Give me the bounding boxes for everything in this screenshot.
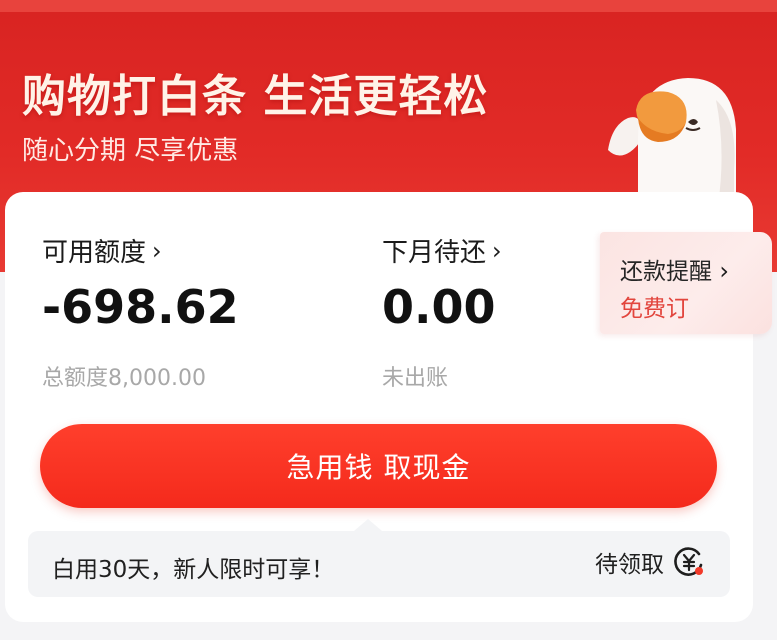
yuan-coin-icon (674, 547, 703, 576)
total-credit-label: 总额度8,000.00 (42, 366, 206, 391)
chevron-right-icon: › (492, 236, 502, 265)
next-month-repay-label: 下月待还 (382, 238, 487, 268)
available-credit-label: 可用额度 (42, 238, 147, 268)
reminder-title: 还款提醒 (620, 259, 712, 285)
chevron-right-icon: › (152, 236, 162, 265)
hero-subtitle: 随心分期 尽享优惠 (22, 136, 239, 166)
reminder-title-row: 还款提醒 › (620, 252, 729, 286)
new-user-promo-bar[interactable]: 白用30天，新人限时可享！ 待领取 (28, 531, 730, 597)
cash-withdraw-button[interactable]: 急用钱 取现金 (40, 424, 717, 508)
next-month-repay-link[interactable]: 下月待还 › (382, 232, 502, 269)
next-month-repay-value: 0.00 (382, 280, 496, 334)
duck-mascot (608, 78, 736, 205)
claim-label: 待领取 (595, 552, 664, 578)
hero-title: 购物打白条 生活更轻松 (22, 71, 489, 122)
promo-text: 白用30天，新人限时可享！ (52, 557, 335, 583)
available-credit-link[interactable]: 可用额度 › (42, 232, 162, 269)
repayment-reminder-card[interactable]: 还款提醒 › 免费订 (600, 232, 772, 334)
chevron-right-icon: › (719, 257, 729, 285)
claim-reward-link[interactable]: 待领取 (595, 545, 706, 579)
available-credit-value: -698.62 (42, 280, 239, 334)
reminder-subscribe: 免费订 (620, 296, 689, 322)
bill-status: 未出账 (382, 366, 449, 391)
top-strip (0, 0, 777, 12)
promo-pointer (354, 519, 382, 531)
